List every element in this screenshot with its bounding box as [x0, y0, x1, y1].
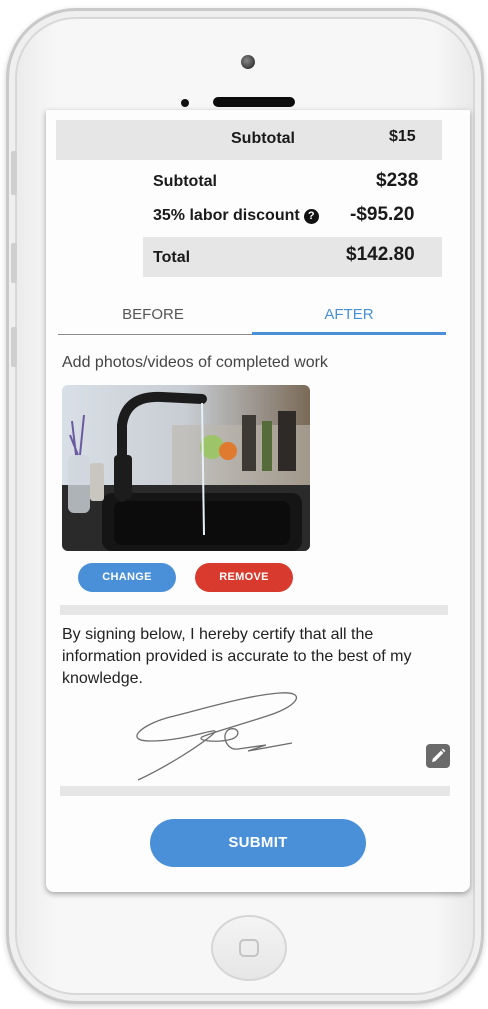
certification-text: By signing below, I hereby certify that …: [62, 626, 412, 687]
home-button[interactable]: [211, 915, 287, 981]
top-subtotal-value: $15: [389, 128, 416, 145]
signature-pad[interactable]: [130, 685, 310, 785]
signature-divider: [60, 786, 450, 796]
tab-before[interactable]: BEFORE: [78, 306, 228, 323]
front-camera: [241, 55, 255, 69]
mute-switch: [11, 151, 17, 195]
total-value: $142.80: [346, 244, 415, 265]
change-photo-button[interactable]: CHANGE: [78, 563, 176, 592]
discount-label: 35% labor discount: [153, 207, 300, 224]
volume-up-button: [11, 243, 17, 283]
proximity-sensor: [181, 99, 189, 107]
sink-image: [62, 385, 310, 551]
photos-hint: Add photos/videos of completed work: [62, 354, 328, 371]
app-screen: Subtotal $15 Subtotal $238 35% labor dis…: [46, 110, 470, 892]
section-divider: [60, 605, 448, 615]
discount-row: 35% labor discount?: [153, 207, 319, 225]
discount-value: -$95.20: [350, 204, 415, 225]
completed-work-photo[interactable]: [62, 385, 310, 551]
tab-after[interactable]: AFTER: [274, 306, 424, 323]
home-square-icon: [239, 939, 259, 957]
volume-down-button: [11, 327, 17, 367]
tab-active-indicator: [252, 332, 446, 335]
earpiece-speaker: [213, 97, 295, 107]
subtotal-value: $238: [376, 170, 419, 191]
question-circle-icon[interactable]: ?: [303, 209, 319, 224]
pencil-icon[interactable]: [426, 744, 450, 768]
total-label: Total: [153, 249, 191, 266]
remove-photo-button[interactable]: REMOVE: [195, 563, 293, 592]
top-subtotal-label: Subtotal: [231, 130, 295, 147]
subtotal-label: Subtotal: [153, 173, 217, 190]
submit-button[interactable]: SUBMIT: [150, 819, 366, 867]
tab-underline: [58, 334, 252, 335]
